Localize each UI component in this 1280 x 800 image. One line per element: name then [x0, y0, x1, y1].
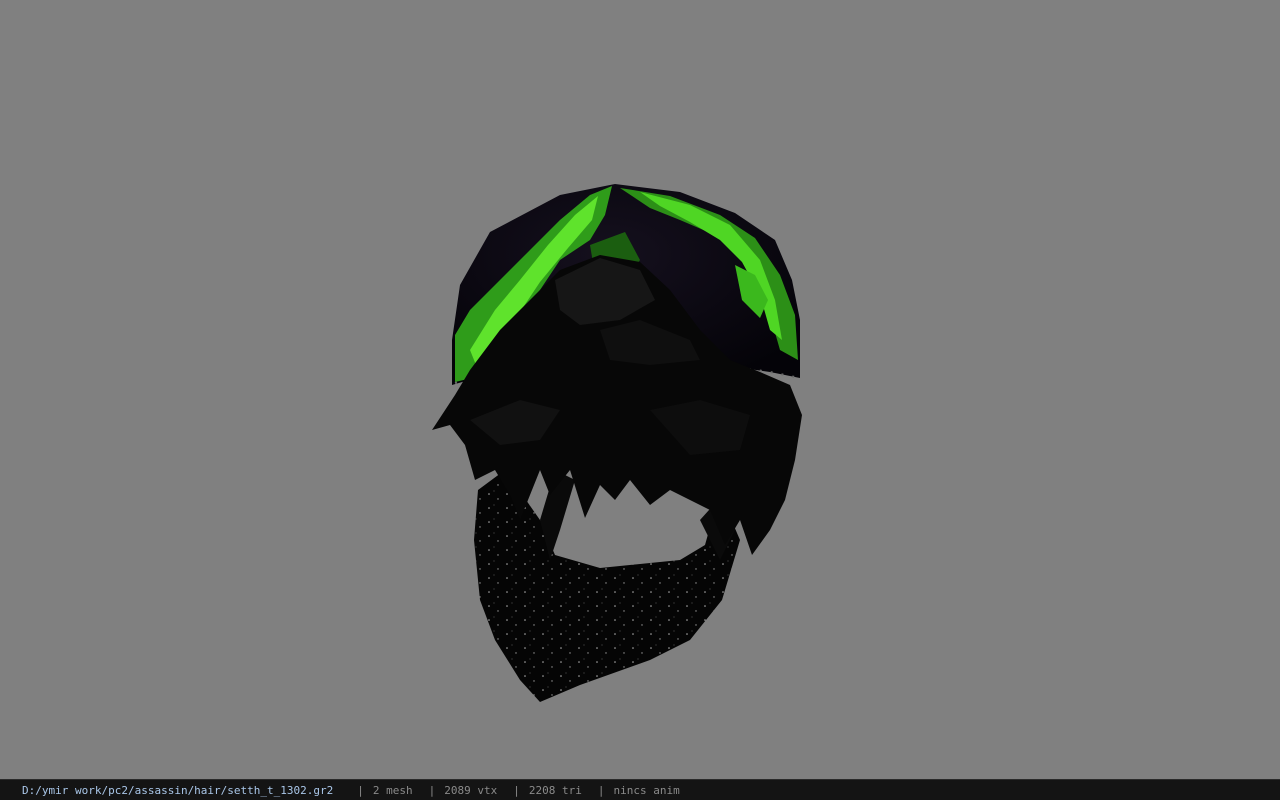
separator: |: [513, 783, 520, 797]
vertex-count: 2089 vtx: [444, 783, 498, 797]
hair-model-render: [432, 184, 802, 702]
mesh-count: 2 mesh: [372, 783, 413, 797]
file-path: D:/ymir work/pc2/assassin/hair/setth_t_1…: [22, 783, 334, 797]
separator: |: [597, 783, 605, 797]
separator: |: [428, 783, 436, 797]
separator: |: [357, 783, 364, 797]
model-viewport[interactable]: [0, 0, 1280, 779]
status-bar: D:/ymir work/pc2/assassin/hair/setth_t_1…: [0, 779, 1280, 800]
triangle-count: 2208 tri: [528, 783, 582, 797]
animation-status: nincs anim: [613, 783, 680, 797]
